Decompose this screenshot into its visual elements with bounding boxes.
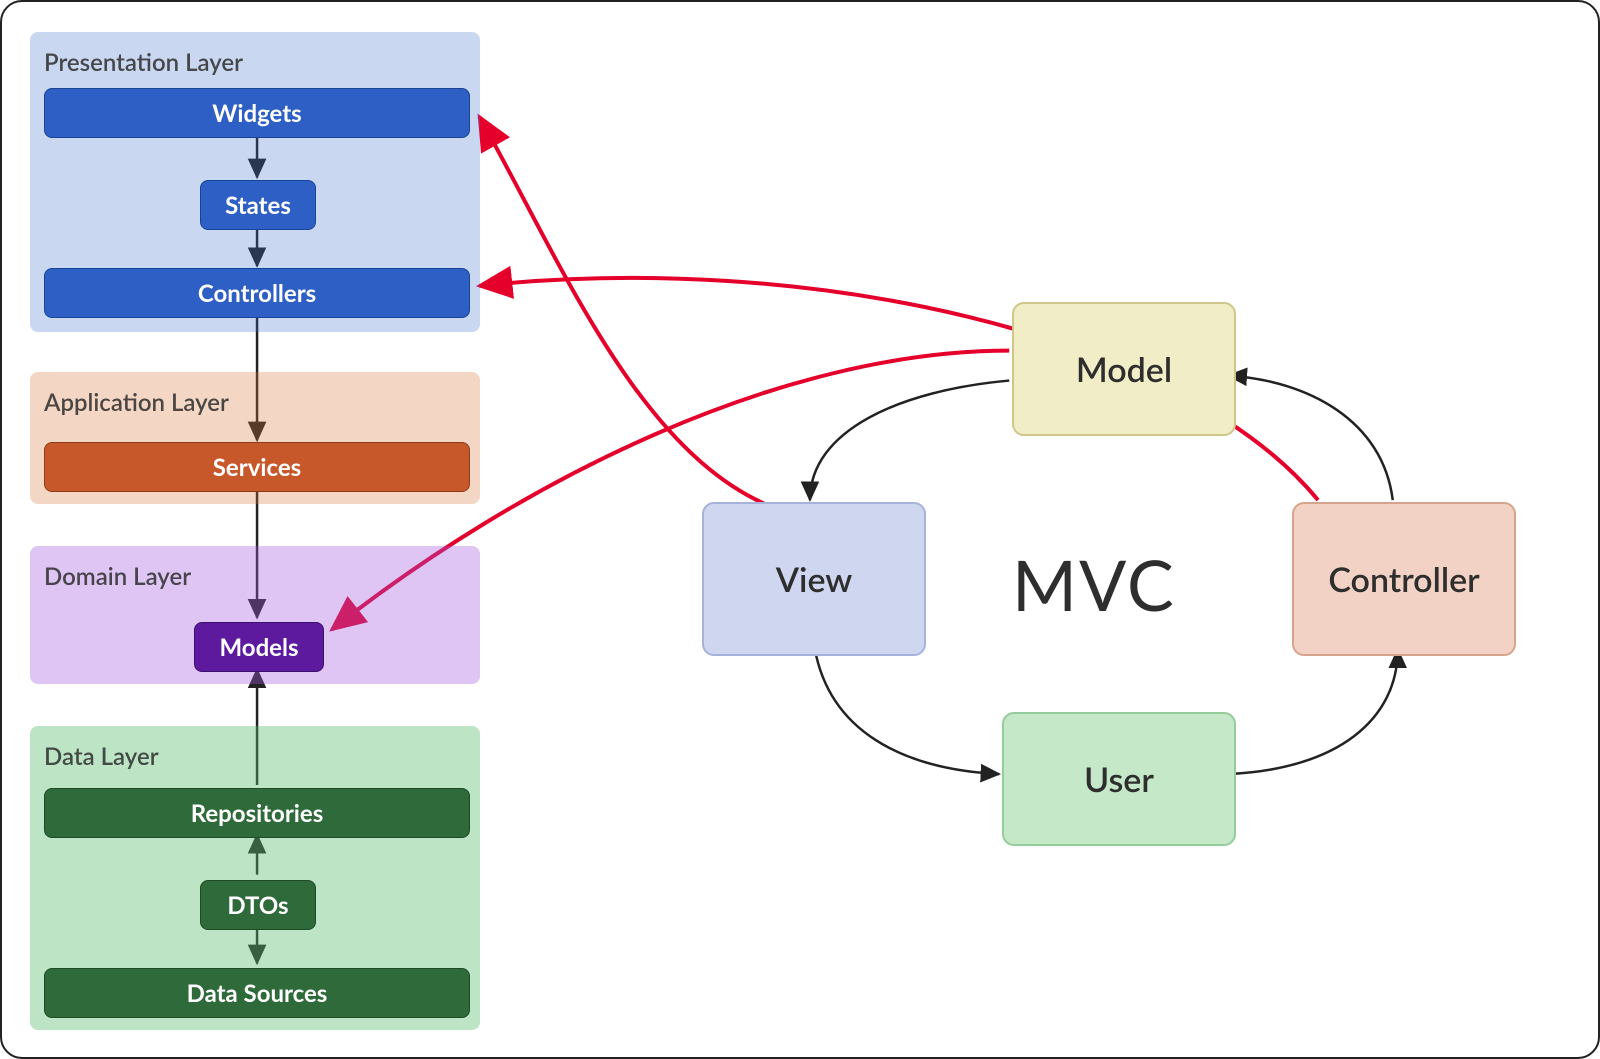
controllers-box: Controllers <box>44 268 470 318</box>
models-box: Models <box>194 622 324 672</box>
diagram-canvas: Presentation Layer Widgets States Contro… <box>0 0 1600 1059</box>
data-sources-box: Data Sources <box>44 968 470 1018</box>
mvc-controller: Controller <box>1292 502 1516 656</box>
mvc-model: Model <box>1012 302 1236 436</box>
domain-title: Domain Layer <box>44 562 466 591</box>
services-box: Services <box>44 442 470 492</box>
dtos-box: DTOs <box>200 880 316 930</box>
application-title: Application Layer <box>44 388 466 417</box>
presentation-title: Presentation Layer <box>44 48 466 77</box>
states-box: States <box>200 180 316 230</box>
data-title: Data Layer <box>44 742 466 771</box>
mvc-label: MVC <box>1012 542 1176 626</box>
repositories-box: Repositories <box>44 788 470 838</box>
mvc-user: User <box>1002 712 1236 846</box>
mvc-view: View <box>702 502 926 656</box>
widgets-box: Widgets <box>44 88 470 138</box>
